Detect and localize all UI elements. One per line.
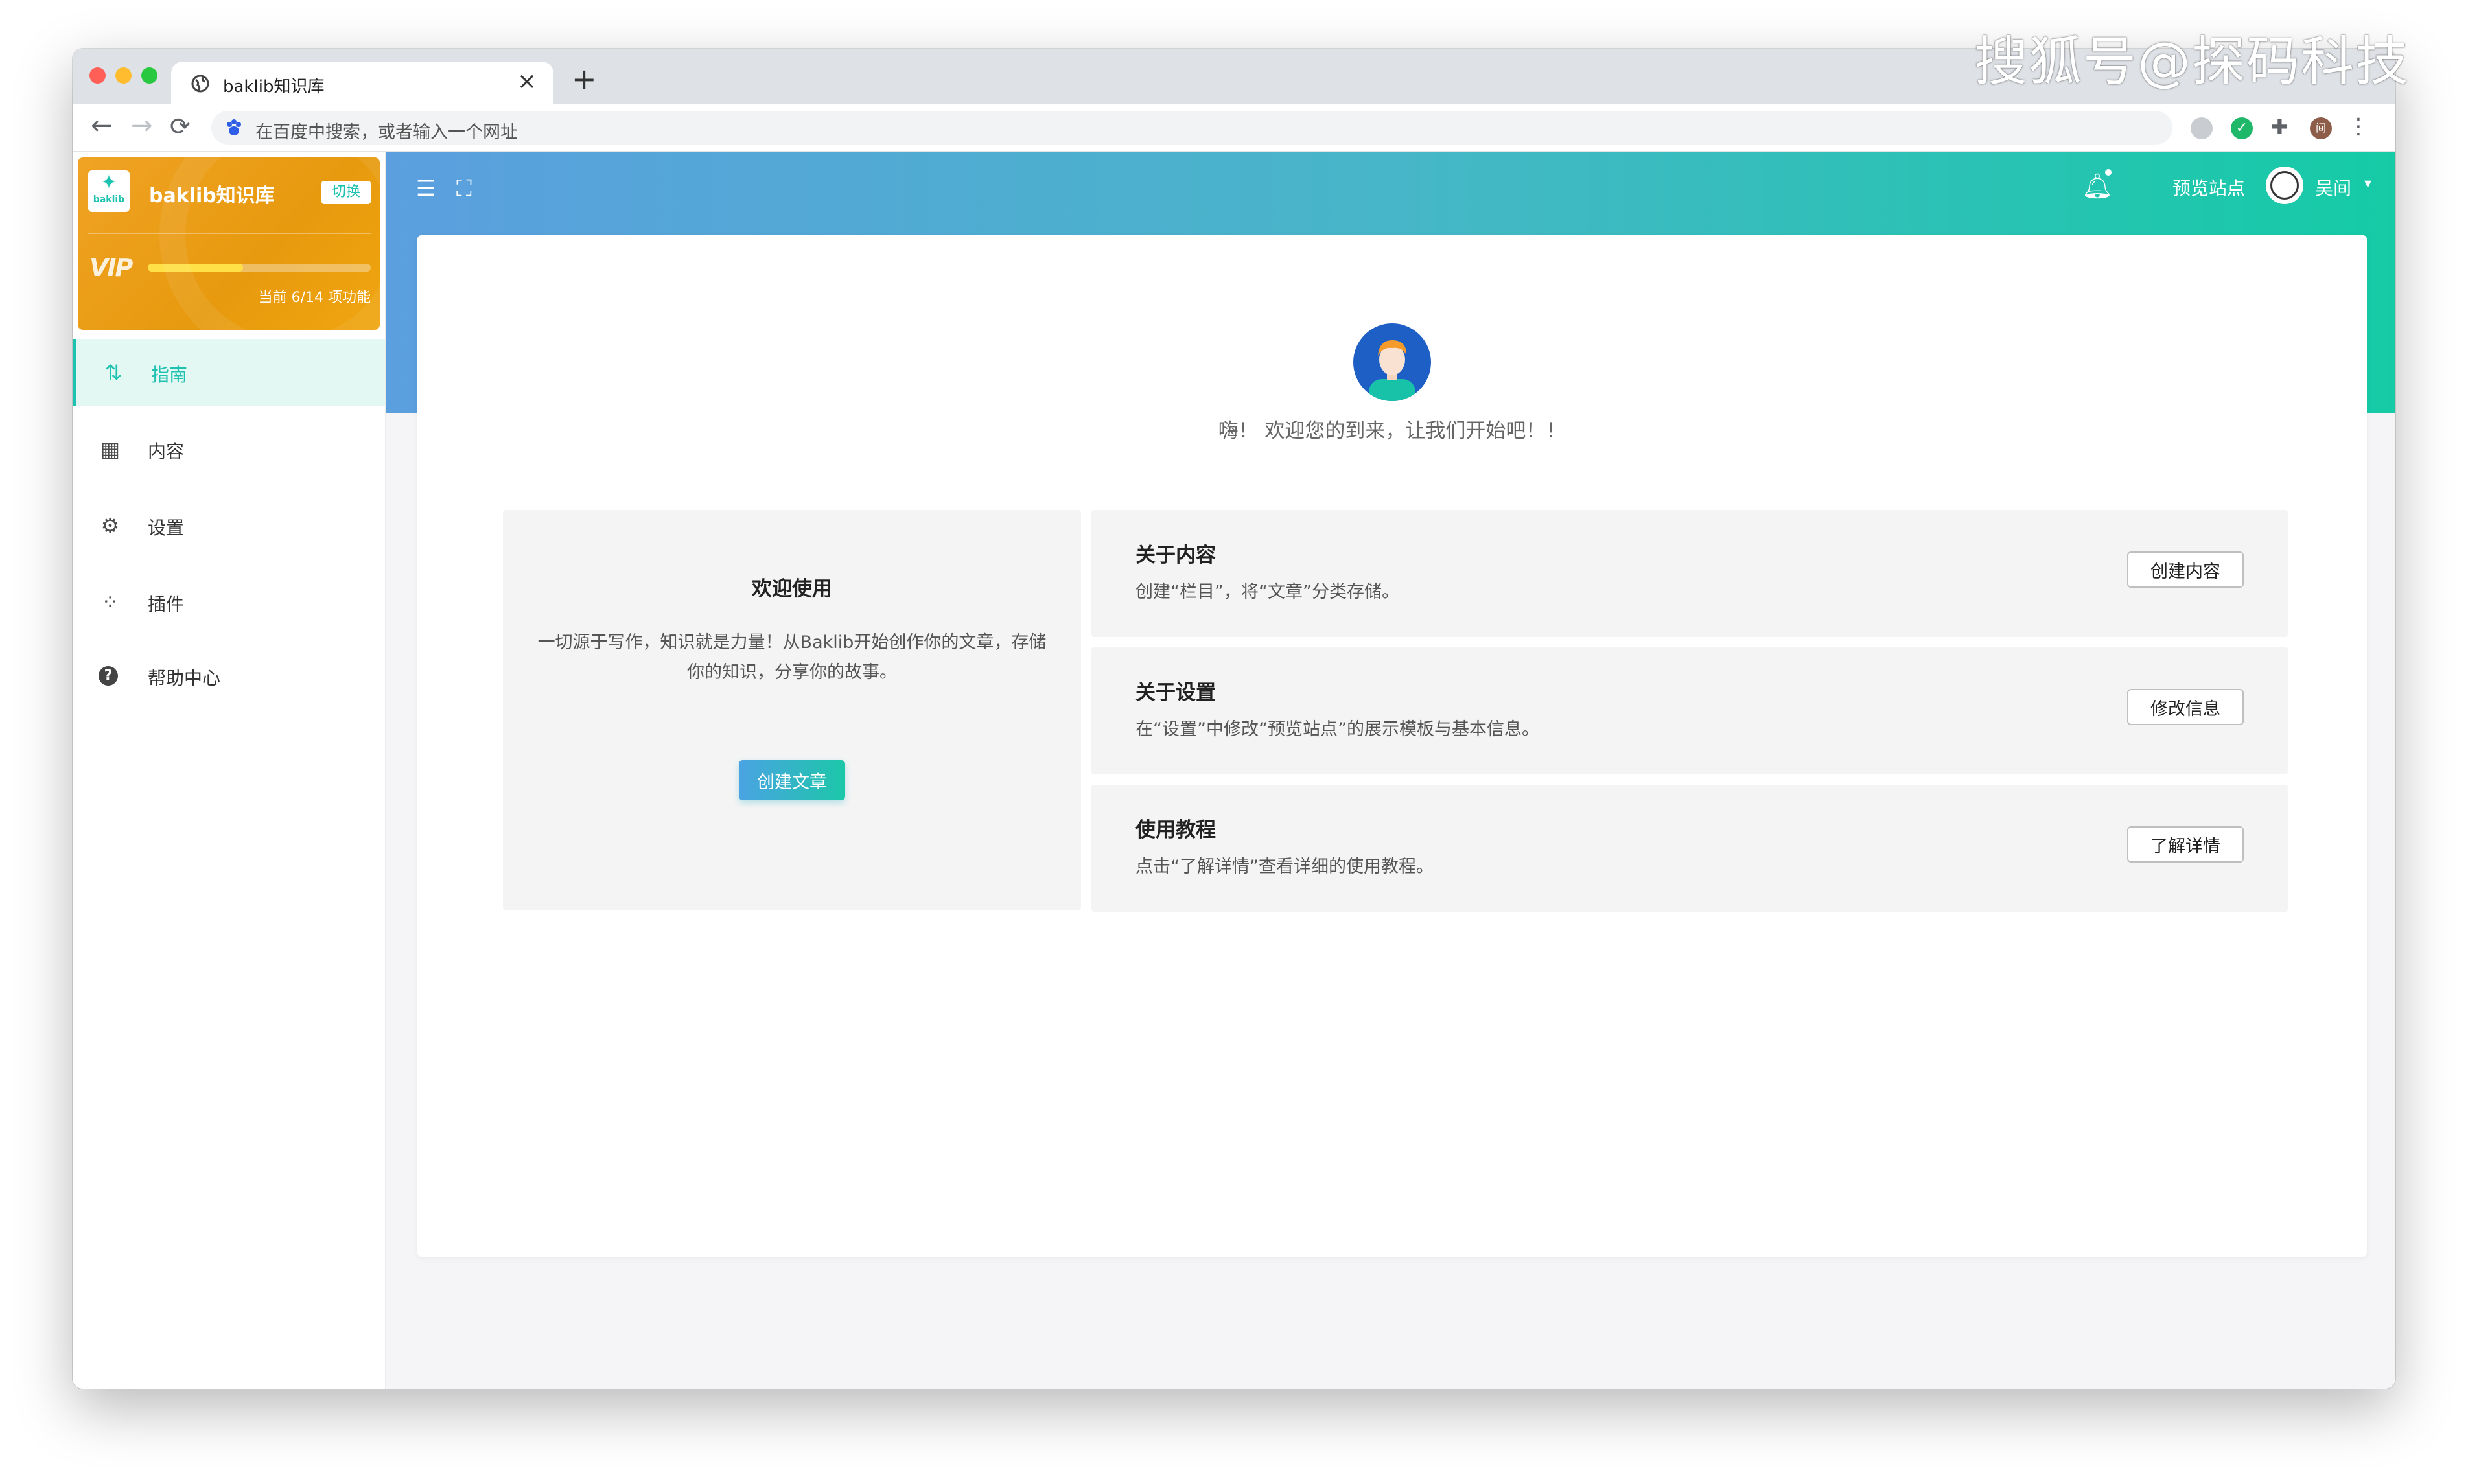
apps-icon: ⁘ <box>101 590 119 614</box>
tutorial-card: 使用教程 点击“了解详情”查看详细的使用教程。 了解详情 <box>1091 785 2288 912</box>
welcome-panel-title: 欢迎使用 <box>752 577 832 601</box>
tab-title: baklib知识库 <box>223 77 325 97</box>
avatar-ring <box>2270 171 2299 200</box>
sidebar-item-settings[interactable]: ⚙ 设置 <box>73 492 385 559</box>
vip-progress-fill <box>148 264 244 272</box>
switch-button[interactable]: 切换 <box>321 181 371 204</box>
welcome-panel-description: 一切源于写作，知识就是力量！从Baklib开始创作你的文章，存储你的知识，分享你… <box>537 632 1047 682</box>
watermark: 搜狐号@探码科技 <box>1973 31 2410 93</box>
extensions-puzzle-icon[interactable]: ✚ <box>2271 115 2293 139</box>
divider <box>88 233 371 234</box>
help-icon: ? <box>99 666 118 686</box>
minimize-window-button[interactable] <box>115 67 132 84</box>
card-title: 关于设置 <box>1135 681 1216 704</box>
chevron-down-icon[interactable]: ▾ <box>2364 176 2371 192</box>
learn-more-button[interactable]: 了解详情 <box>2127 826 2244 863</box>
maximize-window-button[interactable] <box>141 67 157 84</box>
close-window-button[interactable] <box>89 67 106 84</box>
baidu-paw-icon <box>227 119 241 135</box>
notification-dot <box>2105 169 2112 176</box>
card-description: 点击“了解详情”查看详细的使用教程。 <box>1135 857 1434 877</box>
vip-progress-bar <box>148 264 371 272</box>
card-title: 使用教程 <box>1135 818 1216 842</box>
about-settings-card: 关于设置 在“设置”中修改“预览站点”的展示模板与基本信息。 修改信息 <box>1091 647 2288 774</box>
welcome-panel: 欢迎使用 一切源于写作，知识就是力量！从Baklib开始创作你的文章，存储你的知… <box>503 510 1081 910</box>
welcome-message: 嗨！ 欢迎您的到来，让我们开始吧！！ <box>1218 419 1566 443</box>
brand-name: baklib知识库 <box>149 185 275 207</box>
tab-close-icon[interactable]: × <box>517 68 537 95</box>
about-content-card: 关于内容 创建“栏目”，将“文章”分类存储。 创建内容 <box>1091 510 2288 637</box>
signpost-icon: ⇅ <box>104 360 122 385</box>
sidebar-item-content[interactable]: ▦ 内容 <box>73 415 385 483</box>
card-title: 关于内容 <box>1135 544 1216 567</box>
extension-globe-icon[interactable] <box>2191 117 2213 139</box>
vip-badge: VIP <box>89 253 133 282</box>
logo-text: baklib <box>93 194 125 205</box>
browser-menu-icon[interactable]: ⋮ <box>2347 113 2369 139</box>
sidebar: ✦ baklib baklib知识库 切换 VIP 当前 6/14 项功能 ⇅ … <box>73 152 386 1389</box>
create-article-button[interactable]: 创建文章 <box>739 760 845 800</box>
welcome-avatar-icon <box>1353 323 1431 401</box>
guide-card: 嗨！ 欢迎您的到来，让我们开始吧！！ 欢迎使用 一切源于写作，知识就是力量！从B… <box>417 235 2367 1257</box>
globe-icon <box>191 75 209 93</box>
menu-toggle-icon[interactable]: ☰ <box>416 176 436 202</box>
app-area: ✦ baklib baklib知识库 切换 VIP 当前 6/14 项功能 ⇅ … <box>73 152 2395 1389</box>
baklib-logo: ✦ baklib <box>88 170 130 212</box>
vip-feature-count: 当前 6/14 项功能 <box>258 290 371 306</box>
forward-button[interactable]: → <box>131 111 153 141</box>
user-avatar[interactable] <box>2266 167 2303 204</box>
edit-info-button[interactable]: 修改信息 <box>2127 689 2244 725</box>
reload-button[interactable]: ⟳ <box>170 112 191 141</box>
sidebar-item-label: 插件 <box>148 594 185 615</box>
bell-icon[interactable]: 🔔︎ <box>2082 172 2113 201</box>
sidebar-item-plugins[interactable]: ⁘ 插件 <box>73 568 385 636</box>
sidebar-item-label: 指南 <box>151 364 188 386</box>
fullscreen-icon[interactable]: ⛶ <box>456 176 472 202</box>
card-description: 在“设置”中修改“预览站点”的展示模板与基本信息。 <box>1135 719 1539 739</box>
back-button[interactable]: ← <box>91 111 113 141</box>
sidebar-item-label: 帮助中心 <box>148 667 221 689</box>
sidebar-item-help[interactable]: ? 帮助中心 <box>73 642 385 710</box>
address-placeholder: 在百度中搜索，或者输入一个网址 <box>255 122 518 143</box>
user-name[interactable]: 吴间 <box>2315 174 2351 200</box>
brand-card: ✦ baklib baklib知识库 切换 VIP 当前 6/14 项功能 <box>78 157 380 330</box>
extension-check-icon[interactable]: ✓ <box>2231 117 2253 139</box>
browser-tab[interactable]: baklib知识库 × <box>171 62 553 104</box>
create-content-button[interactable]: 创建内容 <box>2127 551 2244 588</box>
browser-window: baklib知识库 × + ← → ⟳ 在百度中搜索，或者输入一个网址 ✓ ✚ … <box>73 49 2395 1389</box>
profile-avatar[interactable]: 间 <box>2310 117 2332 139</box>
address-bar[interactable]: 在百度中搜索，或者输入一个网址 <box>211 111 2172 145</box>
new-tab-button[interactable]: + <box>572 62 597 97</box>
content-area: ☰ ⛶ 🔔︎ 预览站点 吴间 ▾ ? <box>386 152 2395 1389</box>
gear-icon: ⚙ <box>100 513 120 538</box>
preview-site-link[interactable]: 预览站点 <box>2172 174 2245 200</box>
sidebar-item-label: 内容 <box>148 441 185 462</box>
bird-icon: ✦ <box>100 171 117 194</box>
grid-icon: ▦ <box>100 437 121 461</box>
browser-toolbar: ← → ⟳ 在百度中搜索，或者输入一个网址 ✓ ✚ 间 ⋮ <box>73 104 2395 152</box>
sidebar-item-label: 设置 <box>148 517 185 539</box>
sidebar-item-guide[interactable]: ⇅ 指南 <box>73 339 385 406</box>
card-description: 创建“栏目”，将“文章”分类存储。 <box>1135 582 1399 602</box>
